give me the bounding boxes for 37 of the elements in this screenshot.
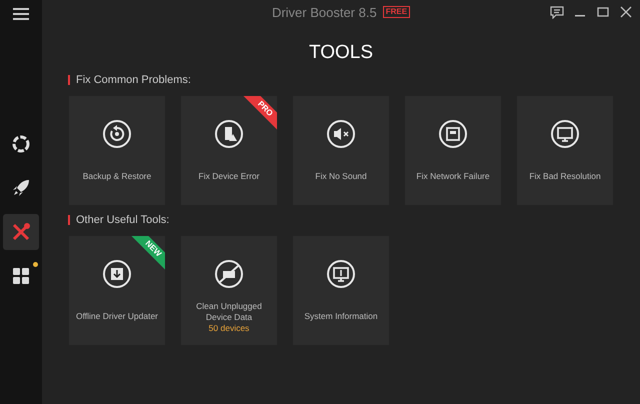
restore-icon [102, 119, 132, 149]
tool-card[interactable]: Fix Network Failure [405, 96, 501, 205]
close-icon [620, 6, 632, 18]
device-count: 50 devices [208, 323, 250, 334]
download-box-icon [102, 259, 132, 289]
tool-label: Offline Driver Updater [76, 310, 158, 322]
tool-card[interactable]: Fix Bad Resolution [517, 96, 613, 205]
minimize-icon [575, 15, 585, 17]
chat-icon [550, 6, 564, 18]
tool-card[interactable]: Clean Unplugged Device Data 50 devices [181, 236, 277, 345]
menu-icon [13, 8, 29, 20]
lifebuoy-icon [11, 134, 31, 154]
section-title: Fix Common Problems: [76, 74, 191, 86]
tool-label: Fix No Sound [315, 170, 367, 182]
tool-label: Fix Network Failure [416, 170, 490, 182]
tool-card[interactable]: Fix No Sound [293, 96, 389, 205]
unplugged-device-icon [214, 259, 244, 289]
tool-label: Clean Unplugged Device Data [195, 301, 263, 323]
tool-card[interactable]: Backup & Restore [69, 96, 165, 205]
section-title: Other Useful Tools: [76, 214, 170, 226]
mute-icon [326, 119, 356, 149]
tool-card[interactable]: System Information [293, 236, 389, 345]
tool-label: Fix Bad Resolution [529, 170, 601, 182]
tools-icon [11, 222, 31, 242]
grid-icon [12, 267, 30, 285]
rocket-icon [11, 178, 31, 198]
close-button[interactable] [618, 4, 634, 20]
tool-label: Backup & Restore [82, 170, 152, 182]
monitor-icon [550, 119, 580, 149]
feedback-button[interactable] [549, 4, 565, 20]
window-title: Driver Booster 8.5 [272, 4, 377, 20]
info-monitor-icon [326, 259, 356, 289]
edition-badge: FREE [382, 6, 410, 18]
tool-label: System Information [304, 310, 378, 322]
tool-label: Fix Device Error [198, 170, 260, 182]
maximize-icon [597, 6, 609, 18]
page-title: TOOLS [308, 41, 374, 65]
